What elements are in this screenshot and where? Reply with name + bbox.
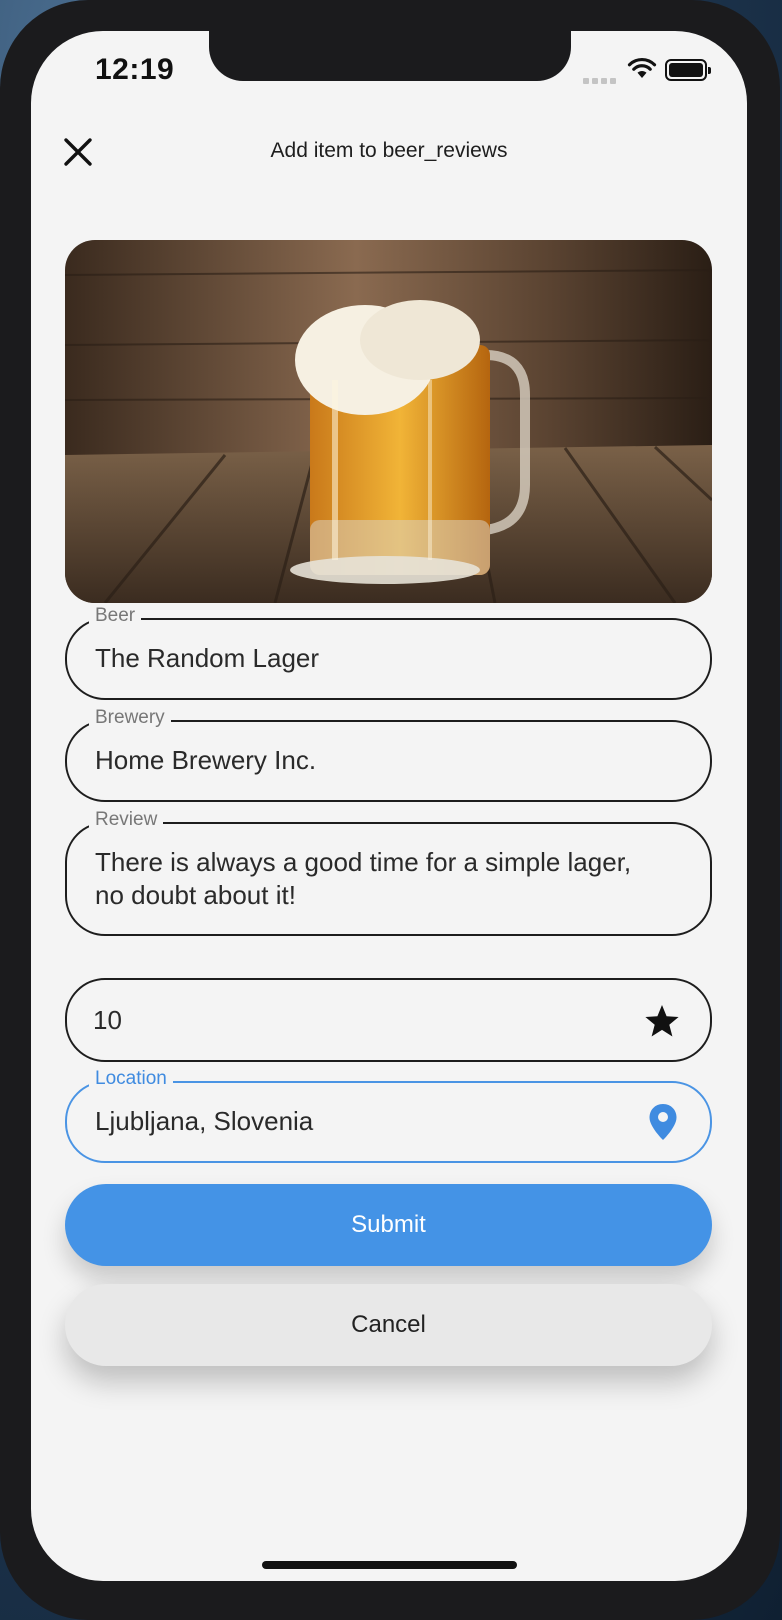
- submit-button[interactable]: Submit: [65, 1184, 712, 1266]
- app-screen: 12:19 Add item to beer_reviews Beer The …: [31, 31, 747, 1581]
- beer-photo: [65, 240, 712, 603]
- star-icon[interactable]: [644, 1004, 680, 1038]
- location-field[interactable]: Location Ljubljana, Slovenia: [65, 1068, 712, 1163]
- phone-frame: 12:19 Add item to beer_reviews Beer The …: [0, 0, 780, 1620]
- review-field-value[interactable]: There is always a good time for a simple…: [95, 846, 640, 912]
- wifi-icon: [627, 57, 657, 78]
- brewery-field-value[interactable]: Home Brewery Inc.: [95, 744, 620, 777]
- rating-field[interactable]: 10: [65, 978, 712, 1062]
- brewery-field[interactable]: Brewery Home Brewery Inc.: [65, 707, 712, 802]
- review-field-label: Review: [89, 809, 164, 831]
- rating-field-value[interactable]: 10: [93, 1004, 620, 1037]
- status-time: 12:19: [95, 53, 175, 86]
- brewery-field-label: Brewery: [89, 707, 171, 729]
- location-field-value[interactable]: Ljubljana, Slovenia: [95, 1105, 620, 1138]
- home-indicator[interactable]: [262, 1561, 517, 1569]
- battery-icon: [665, 59, 711, 81]
- location-pin-icon[interactable]: [648, 1103, 678, 1141]
- device-notch: [209, 31, 571, 81]
- status-icons: [583, 57, 723, 84]
- cancel-button[interactable]: Cancel: [65, 1284, 712, 1366]
- cellular-signal-icon: [583, 71, 619, 89]
- beer-field-value[interactable]: The Random Lager: [95, 642, 620, 675]
- beer-field-label: Beer: [89, 605, 142, 627]
- page-title: Add item to beer_reviews: [270, 139, 508, 162]
- review-field[interactable]: Review There is always a good time for a…: [65, 809, 712, 936]
- beer-field[interactable]: Beer The Random Lager: [65, 605, 712, 700]
- location-field-label: Location: [89, 1068, 173, 1090]
